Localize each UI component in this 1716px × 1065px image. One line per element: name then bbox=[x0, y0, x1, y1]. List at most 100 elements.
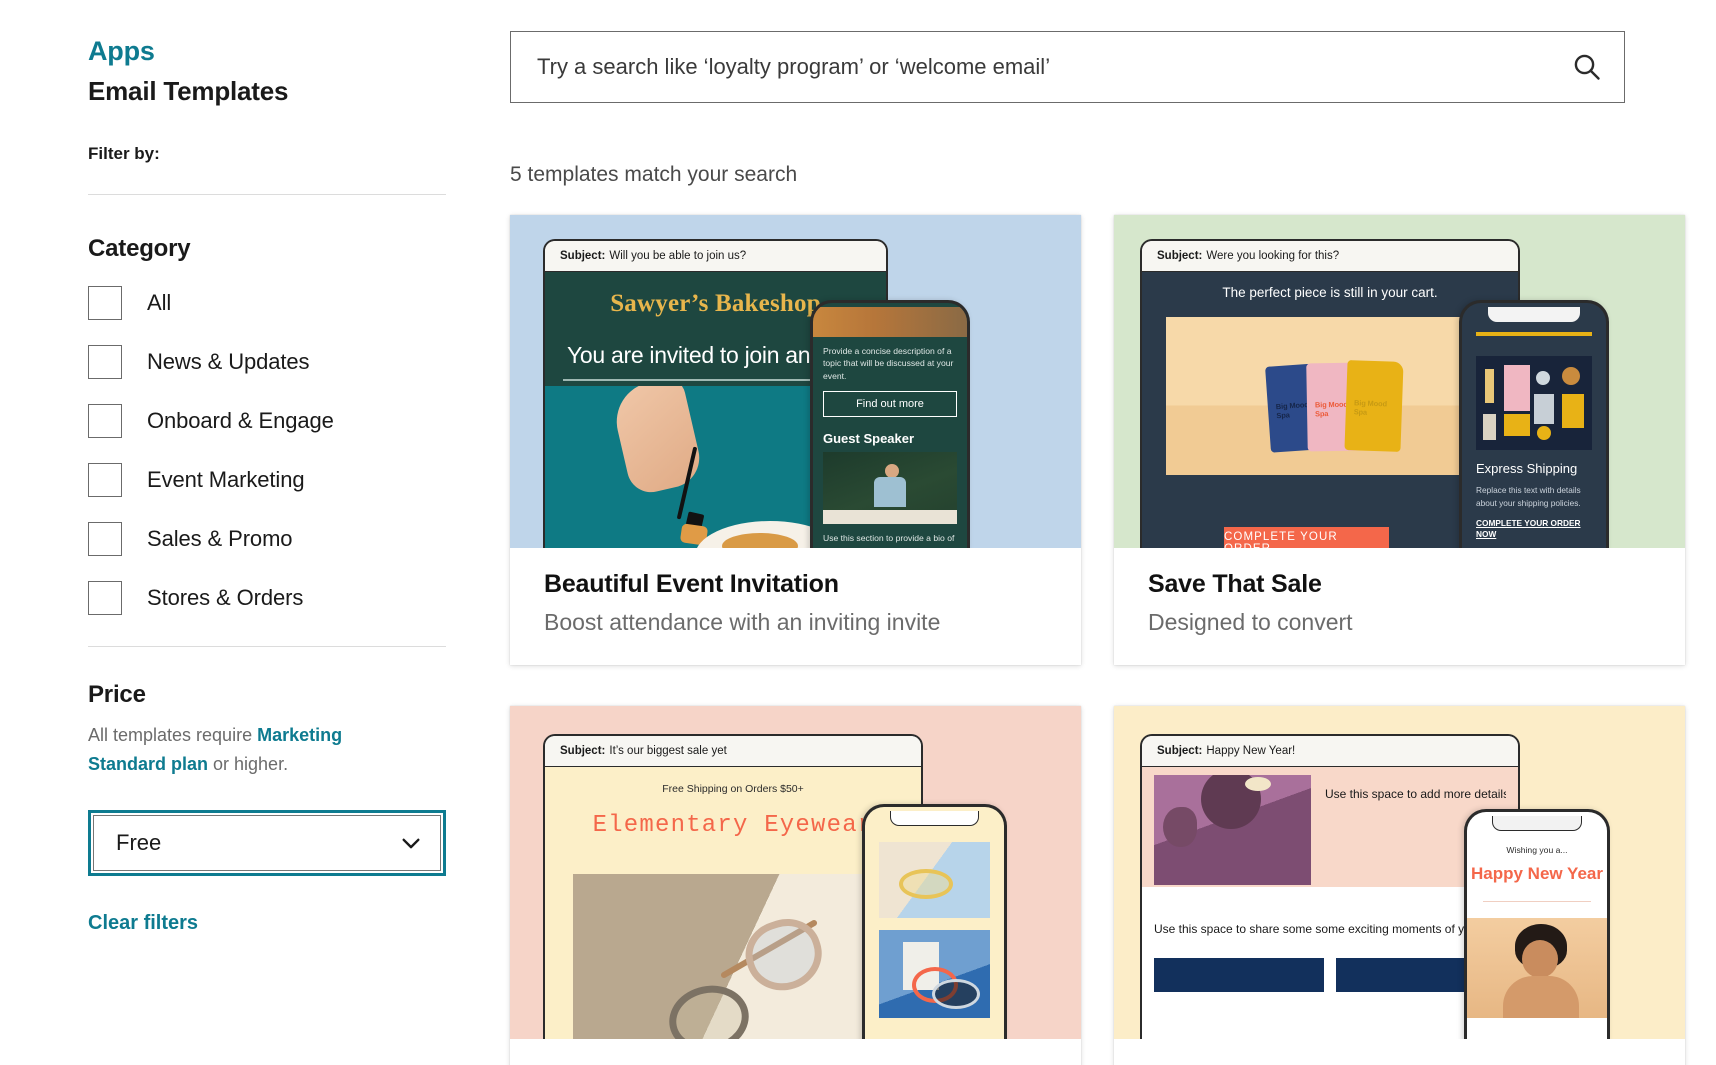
subject-line: Subject: Happy New Year! bbox=[1142, 735, 1518, 767]
phone-portrait-photo bbox=[1467, 918, 1607, 1019]
page-title: Email Templates bbox=[88, 76, 289, 106]
results-count: 5 templates match your search bbox=[510, 163, 798, 186]
desktop-email-mockup: Subject: Happy New Year! Use this space … bbox=[1140, 733, 1520, 1039]
category-option-onboard-engage[interactable]: Onboard & Engage bbox=[88, 403, 500, 439]
email-hero-photo bbox=[573, 873, 893, 1039]
checkbox-all[interactable] bbox=[88, 286, 122, 320]
subject-line: Subject: Will you be able to join us? bbox=[545, 241, 886, 272]
email-top-section: Use this space to add more details about… bbox=[1142, 766, 1518, 887]
email-tile bbox=[1154, 957, 1324, 992]
subject-text: It’s our biggest sale yet bbox=[609, 744, 727, 757]
category-option-sales-promo[interactable]: Sales & Promo bbox=[88, 521, 500, 557]
template-preview-image: Subject: Will you be able to join us? Sa… bbox=[510, 215, 1081, 548]
email-body-text-lower: Use this space to share some some exciti… bbox=[1154, 921, 1518, 936]
checkbox-sales-promo[interactable] bbox=[88, 522, 122, 556]
price-note-suffix: or higher. bbox=[208, 754, 289, 775]
template-description: Designed to convert bbox=[1148, 609, 1353, 635]
apps-breadcrumb-link[interactable]: Apps bbox=[88, 36, 500, 67]
email-body: Use this space to add more details about… bbox=[1142, 766, 1518, 1039]
template-card-body: Beautiful Event Invitation Boost attenda… bbox=[510, 548, 1081, 665]
portrait-face bbox=[1521, 940, 1558, 979]
category-label: All bbox=[147, 290, 172, 315]
category-filter-group: Category All News & Updates Onboard & En… bbox=[88, 235, 500, 616]
template-preview-image: Subject: Were you looking for this? The … bbox=[1114, 215, 1685, 548]
filter-by-label: Filter by: bbox=[88, 144, 160, 163]
category-label: Stores & Orders bbox=[147, 585, 304, 610]
phone-divider bbox=[1483, 901, 1591, 903]
category-label: Sales & Promo bbox=[147, 526, 293, 551]
template-card[interactable]: Subject: Were you looking for this? The … bbox=[1114, 215, 1685, 665]
price-select[interactable]: Free bbox=[88, 810, 446, 877]
price-select-value: Free bbox=[116, 830, 162, 856]
template-card[interactable]: Subject: Will you be able to join us? Sa… bbox=[510, 215, 1081, 665]
price-heading: Price bbox=[88, 681, 146, 708]
category-label: Onboard & Engage bbox=[147, 408, 334, 433]
category-option-stores-orders[interactable]: Stores & Orders bbox=[88, 580, 500, 616]
portrait-shoulders bbox=[1503, 976, 1580, 1019]
email-product-photo: Big Mood Spa Big Mood Spa Big Mood Spa bbox=[1166, 317, 1494, 475]
category-option-news-updates[interactable]: News & Updates bbox=[88, 344, 500, 380]
photo-arm bbox=[608, 386, 706, 497]
category-option-all[interactable]: All bbox=[88, 285, 500, 321]
phone-photo-glasses-assorted bbox=[879, 929, 990, 1018]
portrait-hand bbox=[1163, 806, 1198, 847]
product-pouch-yellow: Big Mood Spa bbox=[1344, 360, 1404, 452]
price-note-prefix: All templates require bbox=[88, 725, 258, 745]
templates-grid: Subject: Will you be able to join us? Sa… bbox=[510, 215, 1685, 1065]
portrait-flower bbox=[1245, 776, 1272, 791]
phone-speaker-photo bbox=[823, 452, 957, 525]
subject-label: Subject: bbox=[560, 744, 606, 757]
speaker-torso bbox=[873, 477, 906, 508]
subject-line: Subject: It’s our biggest sale yet bbox=[545, 735, 921, 767]
phone-top-image bbox=[813, 307, 967, 337]
subject-label: Subject: bbox=[1157, 744, 1203, 757]
sidebar-divider-bottom bbox=[88, 646, 446, 647]
category-label: Event Marketing bbox=[147, 467, 305, 492]
subject-label: Subject: bbox=[560, 250, 606, 262]
email-portrait-photo bbox=[1154, 774, 1311, 885]
clear-filters-link[interactable]: Clear filters bbox=[88, 912, 198, 935]
template-card[interactable]: Subject: Happy New Year! Use this space … bbox=[1114, 705, 1685, 1065]
phone-notch bbox=[890, 810, 979, 826]
search-submit-button[interactable] bbox=[1550, 32, 1624, 102]
checkbox-onboard-engage[interactable] bbox=[88, 404, 122, 438]
template-card-body bbox=[510, 1039, 1081, 1065]
photo-sunglasses bbox=[932, 978, 981, 1009]
email-cta-button: COMPLETE YOUR ORDER bbox=[1224, 527, 1389, 548]
price-select-inner: Free bbox=[93, 815, 441, 872]
checkbox-stores-orders[interactable] bbox=[88, 581, 122, 615]
email-banner-text: Free Shipping on Orders $50+ bbox=[662, 782, 804, 795]
price-filter-group: Price All templates require Marketing St… bbox=[88, 681, 500, 935]
template-description: Boost attendance with an inviting invite bbox=[544, 609, 941, 635]
subject-line: Subject: Were you looking for this? bbox=[1142, 241, 1518, 272]
checkbox-news-updates[interactable] bbox=[88, 345, 122, 379]
phone-section-heading: Guest Speaker bbox=[823, 431, 915, 447]
template-preview-image: Subject: It’s our biggest sale yet Free … bbox=[510, 705, 1081, 1039]
phone-kicker-text: Wishing you a... bbox=[1506, 844, 1568, 855]
phone-section-heading: Happy New Year bbox=[1471, 863, 1603, 883]
phone-photo-glasses-yellow bbox=[879, 841, 990, 918]
subject-text: Were you looking for this? bbox=[1206, 250, 1340, 262]
photo-glasses-lens-bottom bbox=[663, 978, 755, 1039]
phone-email-mockup: Express Shipping Replace this text with … bbox=[1459, 300, 1609, 548]
price-note: All templates require Marketing Standard… bbox=[88, 721, 418, 779]
template-card[interactable]: Subject: It’s our biggest sale yet Free … bbox=[510, 705, 1081, 1065]
phone-notch bbox=[1492, 815, 1582, 831]
template-card-body bbox=[1114, 1039, 1685, 1065]
template-preview-image: Subject: Happy New Year! Use this space … bbox=[1114, 705, 1685, 1039]
app-root: Apps Email Templates Filter by: Category… bbox=[0, 0, 1716, 1065]
search-input[interactable] bbox=[511, 32, 1550, 102]
subject-text: Happy New Year! bbox=[1206, 744, 1296, 757]
phone-flatlay-photo bbox=[1476, 356, 1592, 450]
phone-email-mockup: Provide a concise description of a topic… bbox=[810, 300, 970, 548]
sidebar-divider-top bbox=[88, 194, 446, 195]
phone-section-heading: Express Shipping bbox=[1476, 461, 1578, 476]
phone-body-text: Provide a concise description of a topic… bbox=[823, 346, 954, 381]
category-heading: Category bbox=[88, 235, 191, 262]
phone-caption: Use this section to provide a bio of you… bbox=[823, 533, 955, 548]
subject-label: Subject: bbox=[1157, 250, 1203, 262]
phone-accent-bar bbox=[1476, 332, 1592, 336]
search-bar[interactable] bbox=[510, 31, 1625, 103]
category-option-event-marketing[interactable]: Event Marketing bbox=[88, 462, 500, 498]
checkbox-event-marketing[interactable] bbox=[88, 463, 122, 497]
